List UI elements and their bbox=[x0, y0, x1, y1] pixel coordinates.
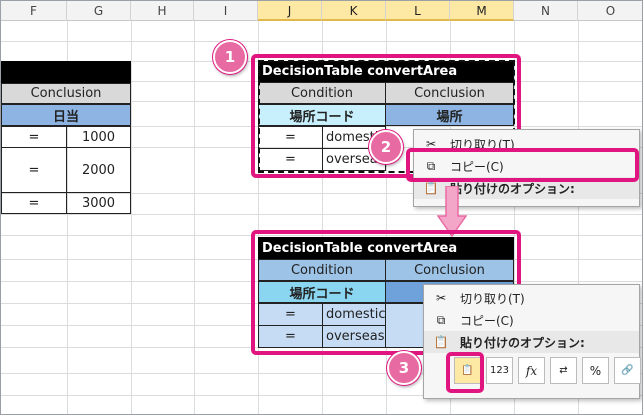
paste-link-icon: 🔗 bbox=[621, 365, 634, 376]
highlight-copy-item bbox=[406, 148, 639, 182]
step-badge-2: 2 bbox=[369, 130, 403, 164]
column-header-J[interactable]: J bbox=[258, 1, 322, 21]
menu-item-copy[interactable]: ⧉ コピー(C) bbox=[424, 309, 639, 331]
column-header-bar: F G H I J K L M N O bbox=[1, 1, 642, 21]
column-header-M[interactable]: M bbox=[450, 1, 514, 21]
column-header-K[interactable]: K bbox=[322, 1, 386, 21]
left-table-op-cell[interactable]: = bbox=[1, 192, 67, 214]
left-table-op-cell[interactable]: = bbox=[1, 147, 67, 193]
left-table-value-cell[interactable]: 2000 bbox=[66, 147, 131, 193]
paste-formulas-button[interactable]: fx bbox=[518, 357, 545, 384]
menu-paste-options-label: 貼り付けのオプション: bbox=[460, 335, 585, 350]
paste-formatting-icon: % bbox=[589, 363, 602, 378]
paste-transpose-button[interactable]: ⇄ bbox=[550, 357, 577, 384]
menu-item-copy-label: コピー(C) bbox=[460, 313, 514, 328]
left-table-value-cell[interactable]: 3000 bbox=[66, 192, 131, 214]
paste-values-icon: 123 bbox=[489, 365, 510, 376]
menu-paste-options-header: 📋 貼り付けのオプション: bbox=[424, 331, 639, 353]
spreadsheet-screenshot: F G H I J K L M N O Conclusion 日当 = 1000… bbox=[0, 0, 643, 415]
column-header-N[interactable]: N bbox=[514, 1, 578, 21]
column-header-I[interactable]: I bbox=[194, 1, 258, 21]
gridline bbox=[1, 214, 642, 215]
scissors-icon: ✂ bbox=[435, 291, 447, 305]
clipboard-icon: 📋 bbox=[433, 335, 449, 349]
highlight-paste-button bbox=[446, 352, 484, 393]
paste-formulas-icon: fx bbox=[525, 363, 538, 378]
column-header-O[interactable]: O bbox=[578, 1, 642, 21]
left-table-header[interactable]: Conclusion bbox=[1, 83, 131, 104]
menu-item-cut[interactable]: ✂ 切り取り(T) bbox=[424, 287, 639, 309]
paste-link-button[interactable]: 🔗 bbox=[614, 357, 641, 384]
transpose-icon: ⇄ bbox=[559, 365, 568, 376]
gridline bbox=[131, 21, 132, 414]
paste-formatting-button[interactable]: % bbox=[582, 357, 609, 384]
column-header-F[interactable]: F bbox=[1, 1, 67, 21]
menu-item-cut-label: 切り取り(T) bbox=[460, 291, 525, 306]
left-table-value-cell[interactable]: 1000 bbox=[66, 126, 131, 148]
column-header-L[interactable]: L bbox=[386, 1, 450, 21]
paste-values-button[interactable]: 123 bbox=[486, 357, 513, 384]
left-table-title-bar[interactable] bbox=[1, 61, 131, 83]
gridline bbox=[194, 21, 195, 414]
menu-paste-options-label: 貼り付けのオプション: bbox=[450, 181, 575, 196]
column-header-H[interactable]: H bbox=[131, 1, 194, 21]
gridline bbox=[1, 41, 642, 42]
left-table-op-cell[interactable]: = bbox=[1, 126, 67, 148]
step-badge-3: 3 bbox=[387, 351, 421, 385]
copy-icon: ⧉ bbox=[436, 312, 446, 327]
column-header-G[interactable]: G bbox=[67, 1, 131, 21]
step-badge-1: 1 bbox=[213, 40, 247, 74]
left-table-subheader[interactable]: 日当 bbox=[1, 104, 131, 126]
